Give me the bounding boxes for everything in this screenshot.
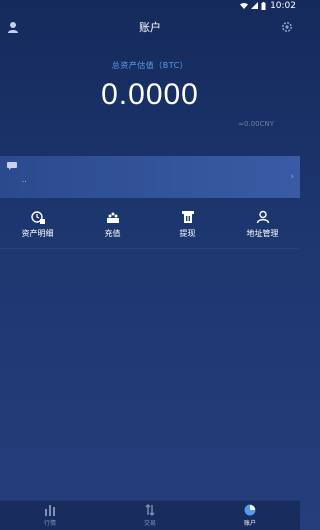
- battery-icon: [261, 1, 266, 10]
- deposit-label: 充值: [104, 229, 121, 238]
- withdraw-label: 提现: [179, 229, 196, 238]
- page-title: 账户: [139, 21, 161, 34]
- deposit-button[interactable]: 充值: [75, 208, 150, 244]
- asset-detail-label: 资产明细: [21, 229, 54, 238]
- chevron-right-icon: ›: [290, 172, 294, 182]
- wifi-icon: [240, 2, 249, 9]
- divider: [0, 248, 300, 249]
- address-icon: [256, 210, 269, 224]
- tab-market[interactable]: 行情: [0, 501, 100, 530]
- status-time: 10:02: [270, 0, 296, 11]
- asset-cny-value: ≈0.00CNY: [238, 120, 274, 128]
- tab-trade[interactable]: 交易: [100, 501, 200, 530]
- tab-account-label: 账户: [243, 520, 256, 527]
- message-icon: [7, 162, 17, 170]
- user-icon[interactable]: [6, 20, 20, 34]
- header: 账户: [0, 14, 300, 40]
- signal-icon: [251, 2, 259, 9]
- tab-market-label: 行情: [43, 520, 56, 527]
- address-manage-label: 地址管理: [246, 229, 279, 238]
- notice-subtitle: ··: [22, 178, 27, 186]
- market-icon: [45, 505, 55, 516]
- withdraw-button[interactable]: 提现: [150, 208, 225, 244]
- deposit-icon: [106, 212, 119, 223]
- tab-account[interactable]: 账户: [200, 501, 300, 530]
- total-asset-value: 0.0000: [101, 78, 199, 111]
- status-icons: [240, 1, 266, 10]
- total-asset-label: 总资产估值（BTC）: [111, 61, 189, 70]
- trade-icon: [145, 504, 155, 516]
- withdraw-icon: [181, 211, 194, 223]
- gear-icon[interactable]: [280, 20, 294, 34]
- notice-card[interactable]: ·· ›: [0, 156, 300, 198]
- address-manage-button[interactable]: 地址管理: [225, 208, 300, 244]
- asset-detail-icon: [30, 211, 45, 224]
- account-icon: [244, 504, 256, 516]
- status-bar: 10:02: [0, 0, 300, 11]
- tab-trade-label: 交易: [143, 520, 156, 527]
- asset-detail-button[interactable]: 资产明细: [0, 208, 75, 244]
- bottom-tab-bar: 行情 交易 账户: [0, 500, 300, 530]
- action-row: 资产明细 充值 提现 地址管理: [0, 208, 300, 244]
